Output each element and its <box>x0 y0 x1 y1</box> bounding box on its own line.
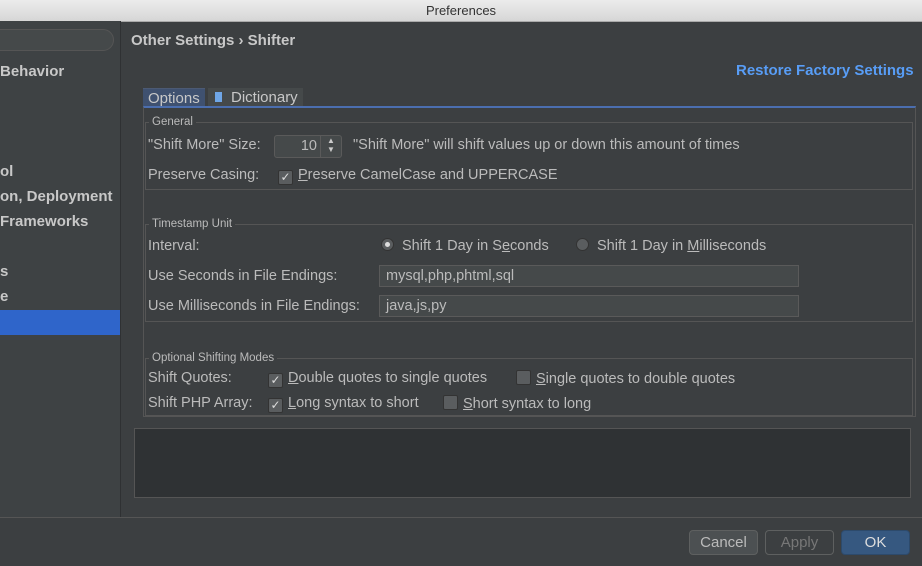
group-title: Timestamp Unit <box>149 218 236 230</box>
seconds-endings-input[interactable]: mysql,php,phtml,sql <box>379 265 799 287</box>
mnemonic: P <box>298 167 308 183</box>
stepper-arrows-icon[interactable]: ▲ ▼ <box>320 136 341 157</box>
sidebar-item-deployment[interactable]: on, Deployment <box>0 188 113 205</box>
sidebar-item-tools[interactable]: s <box>0 263 8 280</box>
radio-seconds[interactable]: Shift 1 Day in Seconds <box>381 238 549 254</box>
apply-button[interactable]: Apply <box>765 530 834 555</box>
checkbox-checked-icon: ✓ <box>268 398 283 413</box>
tab-label: Options <box>148 90 200 107</box>
restore-factory-settings-link[interactable]: Restore Factory Settings <box>736 62 914 79</box>
title-bar: Preferences <box>0 0 922 22</box>
sidebar: Behavior ol on, Deployment Frameworks s … <box>0 21 121 517</box>
radio-milliseconds[interactable]: Shift 1 Day in Milliseconds <box>576 238 766 254</box>
description-area <box>134 428 911 498</box>
single-to-double-checkbox[interactable]: Single quotes to double quotes <box>516 370 735 387</box>
cancel-button[interactable]: Cancel <box>689 530 758 555</box>
shift-php-array-label: Shift PHP Array: <box>148 395 253 411</box>
checkbox-unchecked-icon <box>516 370 531 385</box>
checkbox-label: reserve CamelCase and UPPERCASE <box>307 167 558 183</box>
ok-button[interactable]: OK <box>841 530 910 555</box>
checkbox-unchecked-icon <box>443 395 458 410</box>
short-to-long-checkbox[interactable]: Short syntax to long <box>443 395 591 412</box>
tab-dictionary[interactable]: Dictionary <box>208 88 303 107</box>
checkbox-checked-icon: ✓ <box>278 170 293 185</box>
document-icon <box>215 92 222 102</box>
ms-endings-label: Use Milliseconds in File Endings: <box>148 298 360 314</box>
radio-unselected-icon <box>576 238 589 251</box>
breadcrumb: Other Settings › Shifter <box>131 32 296 49</box>
group-title: Optional Shifting Modes <box>149 352 278 364</box>
long-to-short-checkbox[interactable]: ✓ Long syntax to short <box>268 395 419 413</box>
sidebar-item-frameworks[interactable]: Frameworks <box>0 213 88 230</box>
checkbox-checked-icon: ✓ <box>268 373 283 388</box>
shift-more-label: "Shift More" Size: <box>148 137 261 153</box>
preserve-camelcase-checkbox[interactable]: ✓ Preserve CamelCase and UPPERCASE <box>278 167 558 185</box>
sidebar-item-other[interactable]: e <box>0 288 8 305</box>
double-to-single-checkbox[interactable]: ✓ Double quotes to single quotes <box>268 370 487 388</box>
seconds-endings-label: Use Seconds in File Endings: <box>148 268 338 284</box>
sidebar-item-behavior[interactable]: Behavior <box>0 63 64 80</box>
tab-label: Dictionary <box>231 89 298 106</box>
group-title: General <box>149 116 196 128</box>
sidebar-item-version-control[interactable]: ol <box>0 163 13 180</box>
stepper-value: 10 <box>300 138 317 154</box>
shift-more-description: "Shift More" will shift values up or dow… <box>353 137 740 153</box>
shift-quotes-label: Shift Quotes: <box>148 370 232 386</box>
interval-label: Interval: <box>148 238 200 254</box>
tab-options[interactable]: Options <box>143 88 205 108</box>
search-input[interactable] <box>0 29 114 51</box>
preserve-casing-label: Preserve Casing: <box>148 167 260 183</box>
sidebar-item-selected[interactable] <box>0 310 120 335</box>
shift-more-stepper[interactable]: 10 ▲ ▼ <box>274 135 342 158</box>
ms-endings-input[interactable]: java,js,py <box>379 295 799 317</box>
radio-selected-icon <box>381 238 394 251</box>
